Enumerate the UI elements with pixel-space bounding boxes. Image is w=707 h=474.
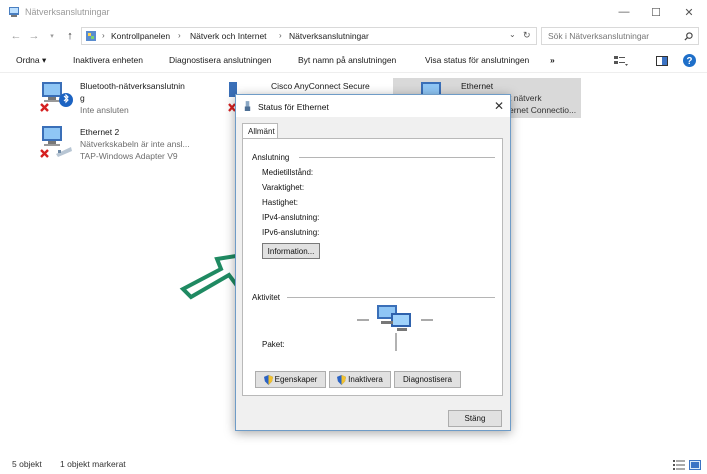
breadcrumb-separator: › xyxy=(279,31,282,40)
connection-name: Ethernet xyxy=(461,81,494,91)
speed-label: Hastighet: xyxy=(262,198,299,207)
selected-count: 1 objekt markerat xyxy=(60,459,126,469)
information-button[interactable]: Information... xyxy=(262,243,320,259)
dialog-title: Status för Ethernet xyxy=(258,102,329,112)
view-status-button[interactable]: Visa status för anslutningen xyxy=(425,55,529,65)
connection-name-wrap: g xyxy=(80,93,85,103)
ipv6-connectivity-label: IPv6-anslutning: xyxy=(262,228,320,237)
up-arrow-icon[interactable]: ↑ xyxy=(62,28,78,44)
search-box[interactable] xyxy=(541,27,699,45)
close-button[interactable]: ✕ xyxy=(672,0,706,24)
network-folder-icon xyxy=(9,7,19,17)
dialog-close-icon[interactable]: ✕ xyxy=(494,99,504,113)
svg-text:?: ? xyxy=(687,56,693,67)
recent-locations-icon[interactable]: ▾ xyxy=(44,28,60,44)
diagnose-button[interactable]: Diagnostisera xyxy=(394,371,461,388)
connection-name: Cisco AnyConnect Secure xyxy=(271,81,370,91)
group-divider xyxy=(299,157,495,158)
general-tab-panel: Anslutning Medietillstånd: Varaktighet: … xyxy=(242,138,503,396)
status-bar: 5 objekt 1 objekt markerat xyxy=(0,456,707,474)
computer-network-icon xyxy=(40,126,72,158)
media-state-label: Medietillstånd: xyxy=(262,168,314,177)
breadcrumb-separator: › xyxy=(178,31,181,40)
more-commands-button[interactable]: » xyxy=(550,55,555,65)
network-adapter-icon xyxy=(244,101,251,111)
view-options-icon[interactable] xyxy=(614,55,628,67)
connection-item[interactable]: Ethernet 2 Nätverkskabeln är inte ansl..… xyxy=(38,122,208,164)
breadcrumb-control-panel[interactable]: Kontrollpanelen xyxy=(111,31,170,41)
control-panel-icon xyxy=(86,31,96,41)
properties-button-label: Egenskaper xyxy=(274,375,318,384)
large-icons-view-icon[interactable] xyxy=(689,460,701,470)
maximize-button[interactable]: ☐ xyxy=(639,0,673,24)
connection-status: Nätverkskabeln är inte ansl... xyxy=(80,139,190,149)
diagnose-connection-button[interactable]: Diagnostisera anslutningen xyxy=(169,55,272,65)
back-arrow-icon[interactable]: ← xyxy=(8,28,24,44)
rename-connection-button[interactable]: Byt namn på anslutningen xyxy=(298,55,396,65)
breadcrumb-network-internet[interactable]: Nätverk och Internet xyxy=(190,31,267,41)
disable-button[interactable]: Inaktivera xyxy=(329,371,391,388)
refresh-icon[interactable]: ↻ xyxy=(523,30,531,41)
network-activity-icon xyxy=(357,305,433,351)
title-bar: Nätverksanslutningar — ☐ ✕ xyxy=(0,0,707,24)
item-count: 5 objekt xyxy=(12,459,42,469)
properties-button[interactable]: Egenskaper xyxy=(255,371,326,388)
computer-network-icon xyxy=(40,82,73,112)
search-icon[interactable] xyxy=(684,32,693,41)
connection-name: Ethernet 2 xyxy=(80,127,120,137)
details-view-icon[interactable] xyxy=(673,460,685,470)
ipv4-connectivity-label: IPv4-anslutning: xyxy=(262,213,320,222)
activity-group-label: Aktivitet xyxy=(252,293,281,302)
uac-shield-icon xyxy=(263,374,273,385)
connection-status: t nätverk xyxy=(509,93,542,103)
forward-arrow-icon[interactable]: → xyxy=(26,28,42,44)
ethernet-status-dialog: Status för Ethernet ✕ Allmänt Anslutning… xyxy=(235,94,511,431)
connection-status: Inte ansluten xyxy=(80,105,129,115)
packets-label: Paket: xyxy=(262,340,285,349)
connection-adapter: TAP-Windows Adapter V9 xyxy=(80,151,178,161)
breadcrumb-separator: › xyxy=(102,31,105,40)
close-dialog-button[interactable]: Stäng xyxy=(448,410,502,427)
connection-group-label: Anslutning xyxy=(252,153,290,162)
window-title: Nätverksanslutningar xyxy=(25,7,110,17)
preview-pane-icon[interactable] xyxy=(656,55,668,67)
organize-menu[interactable]: Ordna ▾ xyxy=(16,55,46,66)
address-dropdown-icon[interactable]: ⌄ xyxy=(509,30,516,39)
connection-item[interactable]: Cisco AnyConnect Secure xyxy=(236,78,386,94)
connection-name: Bluetooth-nätverksanslutnin xyxy=(80,81,185,91)
disable-button-label: Inaktivera xyxy=(348,375,383,384)
minimize-button[interactable]: — xyxy=(607,0,641,24)
tab-general[interactable]: Allmänt xyxy=(242,123,278,139)
dialog-title-bar: Status för Ethernet ✕ xyxy=(236,95,510,117)
connection-item[interactable]: Bluetooth-nätverksanslutnin g Inte anslu… xyxy=(38,78,208,118)
group-divider xyxy=(287,297,495,298)
command-bar: Ordna ▾ Inaktivera enheten Diagnostisera… xyxy=(0,49,707,73)
address-bar[interactable]: › Kontrollpanelen › Nätverk och Internet… xyxy=(81,27,537,45)
duration-label: Varaktighet: xyxy=(262,183,305,192)
uac-shield-icon xyxy=(337,374,347,385)
help-icon[interactable]: ? xyxy=(683,54,696,67)
search-input[interactable] xyxy=(548,30,676,42)
connection-adapter: ernet Connectio... xyxy=(509,105,577,115)
breadcrumb-network-connections[interactable]: Nätverksanslutningar xyxy=(289,31,369,41)
disable-device-button[interactable]: Inaktivera enheten xyxy=(73,55,143,65)
